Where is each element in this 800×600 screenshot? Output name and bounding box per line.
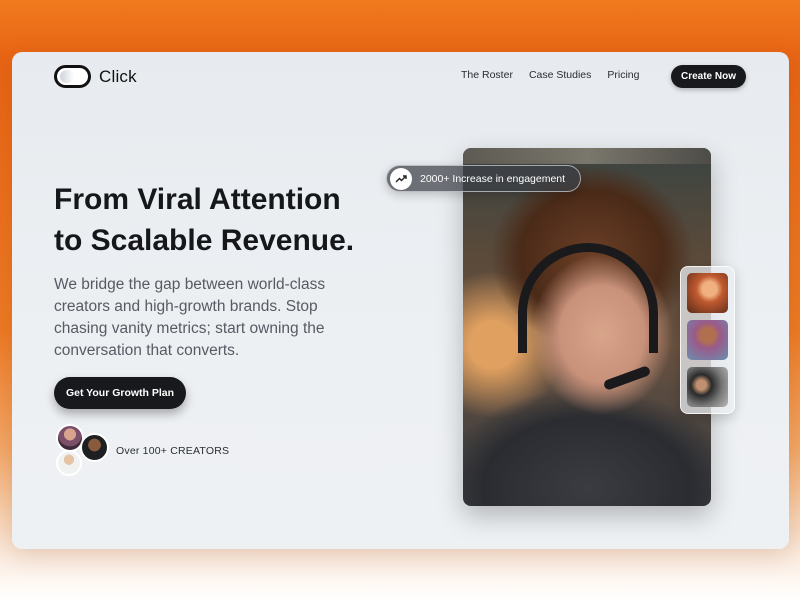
- engagement-badge: 2000+ Increase in engagement: [386, 165, 581, 192]
- engagement-text: 2000+ Increase in engagement: [420, 172, 566, 185]
- thumbnail[interactable]: [687, 273, 728, 313]
- create-now-button[interactable]: Create Now: [671, 65, 746, 88]
- hero-title: From Viral Attention to Scalable Revenue…: [54, 179, 414, 261]
- brand-logo[interactable]: Click: [54, 65, 137, 88]
- creator-video[interactable]: [463, 148, 711, 506]
- thumbnail-strip: [680, 266, 735, 414]
- hero-card: Click The Roster Case Studies Pricing Cr…: [12, 52, 789, 549]
- nav-link-roster[interactable]: The Roster: [461, 69, 513, 81]
- microphone-shape: [602, 365, 652, 391]
- trending-up-icon: [390, 167, 412, 190]
- toggle-logo-icon: [54, 65, 91, 88]
- avatar: [56, 450, 82, 476]
- nav-link-case-studies[interactable]: Case Studies: [529, 69, 591, 81]
- hero-title-line-1: From Viral Attention: [54, 183, 341, 216]
- hero-subtitle: We bridge the gap between world-class cr…: [54, 276, 326, 359]
- video-background-strip: [463, 148, 711, 164]
- growth-plan-button[interactable]: Get Your Growth Plan: [54, 377, 186, 409]
- hero-title-line-2: to Scalable Revenue.: [54, 224, 355, 257]
- creators-count: Over 100+ CREATORS: [116, 445, 230, 457]
- nav-link-pricing[interactable]: Pricing: [607, 69, 639, 81]
- thumbnail[interactable]: [687, 320, 728, 360]
- avatar: [80, 433, 109, 462]
- thumbnail[interactable]: [687, 367, 728, 407]
- main-nav: The Roster Case Studies Pricing: [461, 69, 640, 81]
- creator-avatars: [54, 424, 112, 476]
- headset-shape: [518, 243, 658, 353]
- brand-name: Click: [99, 66, 137, 86]
